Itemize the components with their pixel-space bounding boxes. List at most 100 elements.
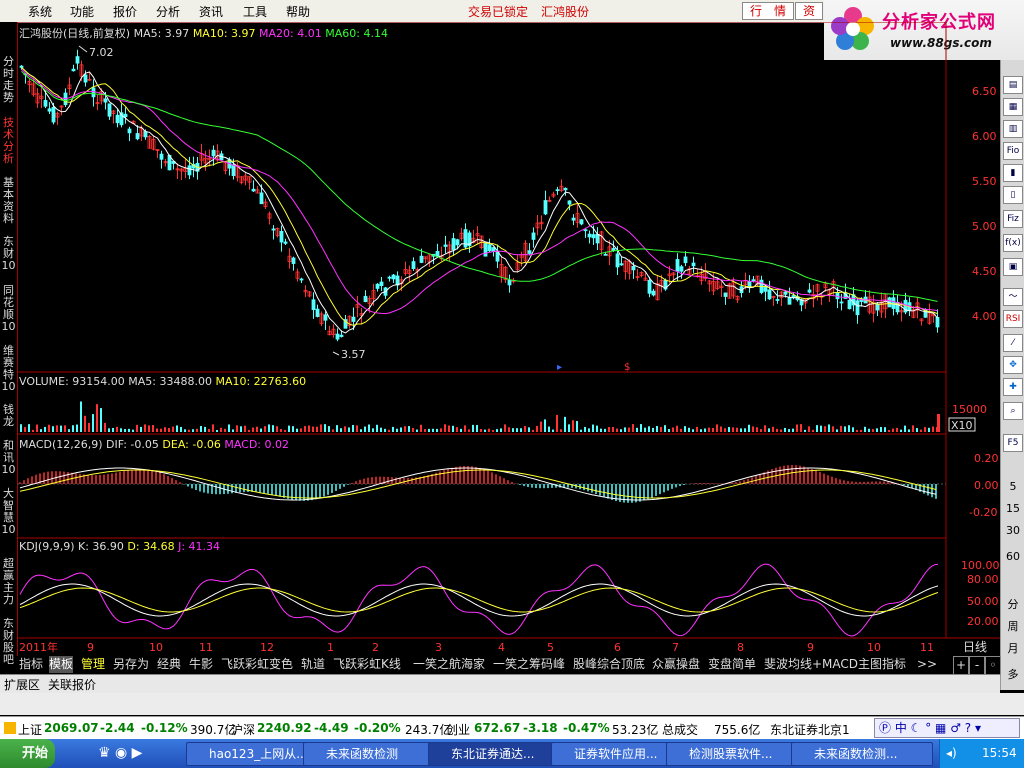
- tab-minute-chart[interactable]: 分时走势: [0, 56, 17, 108]
- tab-rainbow-kline[interactable]: 飞跃彩虹K线: [333, 656, 401, 673]
- more-tabs-button[interactable]: >>: [917, 656, 937, 673]
- ma-line: [21, 67, 938, 326]
- task-future-check[interactable]: 未来函数检测: [303, 742, 437, 766]
- period-label[interactable]: 日线: [963, 640, 987, 654]
- tab-track[interactable]: 轨道: [301, 656, 325, 673]
- candle-body: [115, 114, 120, 124]
- period-15min[interactable]: 15: [1001, 502, 1024, 515]
- menu-tools[interactable]: 工具: [243, 3, 267, 20]
- tab-chaoying[interactable]: 超赢主力: [0, 558, 17, 610]
- tab-zhongying[interactable]: 众赢操盘: [652, 656, 700, 673]
- task-check-software[interactable]: 检测股票软件...: [666, 742, 808, 766]
- tab-chip-peak[interactable]: 一笑之筹码峰: [493, 656, 565, 673]
- tab-dongcai-forum[interactable]: 东财股吧: [0, 618, 17, 670]
- tool-candles-icon[interactable]: ▮: [1003, 164, 1023, 182]
- tab-hexun[interactable]: 和讯10: [0, 440, 17, 480]
- tab-simple-change[interactable]: 变盘简单: [708, 656, 756, 673]
- chart-area: ▸ $ 7.02 3.57 6.50 6.00 5.50 5.00 4.50 4…: [17, 22, 1000, 654]
- volume-bar: [244, 425, 246, 432]
- volume-bar: [312, 426, 314, 432]
- tool-search-icon[interactable]: ⌕: [1003, 402, 1023, 420]
- macd-label: MACD(12,26,9): [19, 438, 103, 451]
- task-hao123[interactable]: hao123_上网从...: [186, 742, 320, 766]
- tab-qianlong[interactable]: 钱龙: [0, 404, 17, 432]
- tool-formula[interactable]: f(x): [1003, 234, 1023, 252]
- ime-bar[interactable]: Ⓟ 中 ☾ ° ▦ ♂ ? ▾: [874, 718, 1020, 738]
- candle-body: [487, 244, 492, 252]
- tool-fio[interactable]: Fio: [1003, 142, 1023, 160]
- tab-classic[interactable]: 经典: [157, 656, 181, 673]
- tab-weisaite[interactable]: 维赛特10: [0, 345, 17, 397]
- tab-save-as[interactable]: 另存为: [113, 656, 149, 673]
- volume-bar: [200, 426, 202, 432]
- volume-bar: [144, 424, 146, 432]
- date-tick: 11: [920, 641, 934, 654]
- tab-rainbow-color[interactable]: 飞跃彩虹变色: [221, 656, 293, 673]
- period-30min[interactable]: 30: [1001, 524, 1024, 537]
- tab-tonghuashun[interactable]: 同花顺10: [0, 285, 17, 337]
- tool-chart-icon[interactable]: ▣: [1003, 258, 1023, 276]
- expand-icon[interactable]: ◦: [985, 656, 1001, 675]
- tool-f5[interactable]: F5: [1003, 434, 1023, 452]
- start-button[interactable]: 开始: [0, 739, 55, 768]
- tab-niuying[interactable]: 牛影: [189, 656, 213, 673]
- menu-quote[interactable]: 报价: [113, 3, 137, 20]
- period-minute[interactable]: 分: [1001, 596, 1024, 612]
- volume-bar: [92, 414, 94, 432]
- tool-grid-icon[interactable]: ▥: [1003, 120, 1023, 138]
- volume-bar: [104, 422, 106, 432]
- period-60min[interactable]: 60: [1001, 550, 1024, 563]
- tab-dazhihui[interactable]: 大智慧10: [0, 488, 17, 540]
- menu-function[interactable]: 功能: [70, 3, 94, 20]
- task-dongbei-securities[interactable]: 东北证券通达...: [428, 742, 570, 766]
- kdj-d: D: 34.68: [127, 540, 175, 553]
- volume-bar: [76, 424, 78, 432]
- add-icon[interactable]: +: [953, 656, 969, 675]
- tab-technical-analysis[interactable]: 技术分析: [0, 117, 17, 169]
- task-securities-app[interactable]: 证券软件应用...: [551, 742, 685, 766]
- tab-indicator[interactable]: 指标: [19, 656, 43, 673]
- volume-bar: [396, 428, 398, 432]
- volume-bar: [716, 424, 718, 432]
- candle-body: [647, 279, 652, 294]
- tab-extension-area[interactable]: 扩展区: [4, 676, 40, 693]
- period-month[interactable]: 月: [1001, 640, 1024, 656]
- candle-body: [323, 314, 328, 321]
- info-tab[interactable]: 资: [795, 2, 823, 20]
- tab-fundamentals[interactable]: 基本资料: [0, 177, 17, 229]
- quicklaunch-icons[interactable]: ♛ ◉ ▶: [98, 745, 142, 761]
- menu-news[interactable]: 资讯: [199, 3, 223, 20]
- volume-icon[interactable]: ◂): [946, 746, 957, 760]
- volume-bar: [684, 426, 686, 432]
- menu-help[interactable]: 帮助: [286, 3, 310, 20]
- tab-fibonacci-macd[interactable]: 斐波均线+MACD主图指标: [764, 656, 906, 673]
- task-future-check-2[interactable]: 未来函数检测...: [791, 742, 933, 766]
- remove-icon[interactable]: -: [969, 656, 985, 675]
- period-5min[interactable]: 5: [1001, 480, 1024, 493]
- tool-zoom-icon[interactable]: ▤: [1003, 76, 1023, 94]
- tool-rsi[interactable]: RSI: [1003, 310, 1023, 328]
- tool-move-icon[interactable]: ✥: [1003, 356, 1023, 374]
- menu-system[interactable]: 系统: [28, 3, 52, 20]
- period-week[interactable]: 周: [1001, 618, 1024, 634]
- menu-analysis[interactable]: 分析: [156, 3, 180, 20]
- tool-line-icon[interactable]: ⁄: [1003, 334, 1023, 352]
- period-multi[interactable]: 多: [1001, 666, 1024, 682]
- tab-template[interactable]: 模板: [49, 656, 74, 673]
- market-tab[interactable]: 行 情: [742, 2, 794, 20]
- ma-line: [21, 67, 938, 334]
- volume-bar: [452, 425, 454, 432]
- candle-body: [595, 233, 600, 244]
- tab-related-quotes[interactable]: 关联报价: [48, 676, 96, 693]
- tab-top-bottom[interactable]: 股峰综合顶底: [573, 656, 645, 673]
- tool-bars-icon[interactable]: ▯: [1003, 186, 1023, 204]
- tab-dongcai[interactable]: 东财10: [0, 236, 17, 276]
- tool-trend-icon[interactable]: 〜: [1003, 288, 1023, 306]
- tool-fiz[interactable]: Fiz: [1003, 210, 1023, 228]
- volume-bar: [744, 428, 746, 432]
- tool-refresh-icon[interactable]: ▦: [1003, 98, 1023, 116]
- volume-bar: [852, 427, 854, 432]
- tab-navigator[interactable]: 一笑之航海家: [413, 656, 485, 673]
- tab-manage[interactable]: 管理: [81, 656, 105, 673]
- tool-zoom-in-icon[interactable]: ✚: [1003, 378, 1023, 396]
